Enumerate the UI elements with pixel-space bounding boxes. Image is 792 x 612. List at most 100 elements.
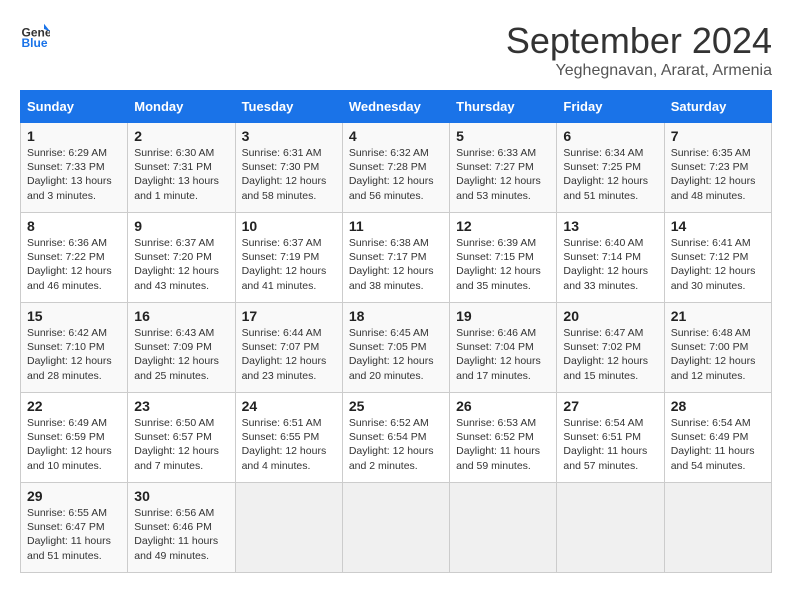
day-number: 20: [563, 308, 657, 324]
day-info: Sunrise: 6:53 AM Sunset: 6:52 PM Dayligh…: [456, 416, 550, 473]
day-number: 14: [671, 218, 765, 234]
calendar-cell-3-3: 17 Sunrise: 6:44 AM Sunset: 7:07 PM Dayl…: [235, 303, 342, 393]
day-number: 9: [134, 218, 228, 234]
day-info: Sunrise: 6:39 AM Sunset: 7:15 PM Dayligh…: [456, 236, 550, 293]
day-info: Sunrise: 6:50 AM Sunset: 6:57 PM Dayligh…: [134, 416, 228, 473]
day-info: Sunrise: 6:56 AM Sunset: 6:46 PM Dayligh…: [134, 506, 228, 563]
calendar-cell-2-4: 11 Sunrise: 6:38 AM Sunset: 7:17 PM Dayl…: [342, 213, 449, 303]
day-number: 5: [456, 128, 550, 144]
calendar-cell-4-2: 23 Sunrise: 6:50 AM Sunset: 6:57 PM Dayl…: [128, 393, 235, 483]
calendar-cell-3-5: 19 Sunrise: 6:46 AM Sunset: 7:04 PM Dayl…: [450, 303, 557, 393]
day-info: Sunrise: 6:40 AM Sunset: 7:14 PM Dayligh…: [563, 236, 657, 293]
calendar-cell-1-1: 1 Sunrise: 6:29 AM Sunset: 7:33 PM Dayli…: [21, 123, 128, 213]
day-info: Sunrise: 6:29 AM Sunset: 7:33 PM Dayligh…: [27, 146, 121, 203]
day-info: Sunrise: 6:55 AM Sunset: 6:47 PM Dayligh…: [27, 506, 121, 563]
calendar-cell-5-6: [557, 483, 664, 573]
day-info: Sunrise: 6:52 AM Sunset: 6:54 PM Dayligh…: [349, 416, 443, 473]
calendar-week-3: 15 Sunrise: 6:42 AM Sunset: 7:10 PM Dayl…: [21, 303, 772, 393]
calendar-cell-5-1: 29 Sunrise: 6:55 AM Sunset: 6:47 PM Dayl…: [21, 483, 128, 573]
day-info: Sunrise: 6:30 AM Sunset: 7:31 PM Dayligh…: [134, 146, 228, 203]
calendar-cell-2-5: 12 Sunrise: 6:39 AM Sunset: 7:15 PM Dayl…: [450, 213, 557, 303]
calendar-cell-2-2: 9 Sunrise: 6:37 AM Sunset: 7:20 PM Dayli…: [128, 213, 235, 303]
calendar-cell-3-1: 15 Sunrise: 6:42 AM Sunset: 7:10 PM Dayl…: [21, 303, 128, 393]
col-friday: Friday: [557, 91, 664, 123]
col-wednesday: Wednesday: [342, 91, 449, 123]
day-number: 6: [563, 128, 657, 144]
col-sunday: Sunday: [21, 91, 128, 123]
day-info: Sunrise: 6:38 AM Sunset: 7:17 PM Dayligh…: [349, 236, 443, 293]
day-number: 4: [349, 128, 443, 144]
col-thursday: Thursday: [450, 91, 557, 123]
col-tuesday: Tuesday: [235, 91, 342, 123]
day-info: Sunrise: 6:41 AM Sunset: 7:12 PM Dayligh…: [671, 236, 765, 293]
day-number: 10: [242, 218, 336, 234]
day-info: Sunrise: 6:35 AM Sunset: 7:23 PM Dayligh…: [671, 146, 765, 203]
calendar-week-5: 29 Sunrise: 6:55 AM Sunset: 6:47 PM Dayl…: [21, 483, 772, 573]
calendar-cell-4-4: 25 Sunrise: 6:52 AM Sunset: 6:54 PM Dayl…: [342, 393, 449, 483]
calendar-cell-3-7: 21 Sunrise: 6:48 AM Sunset: 7:00 PM Dayl…: [664, 303, 771, 393]
calendar-cell-2-6: 13 Sunrise: 6:40 AM Sunset: 7:14 PM Dayl…: [557, 213, 664, 303]
day-info: Sunrise: 6:47 AM Sunset: 7:02 PM Dayligh…: [563, 326, 657, 383]
day-info: Sunrise: 6:48 AM Sunset: 7:00 PM Dayligh…: [671, 326, 765, 383]
day-info: Sunrise: 6:37 AM Sunset: 7:20 PM Dayligh…: [134, 236, 228, 293]
calendar-cell-2-1: 8 Sunrise: 6:36 AM Sunset: 7:22 PM Dayli…: [21, 213, 128, 303]
day-number: 28: [671, 398, 765, 414]
calendar-cell-5-5: [450, 483, 557, 573]
calendar-cell-1-7: 7 Sunrise: 6:35 AM Sunset: 7:23 PM Dayli…: [664, 123, 771, 213]
day-number: 8: [27, 218, 121, 234]
day-info: Sunrise: 6:54 AM Sunset: 6:49 PM Dayligh…: [671, 416, 765, 473]
day-info: Sunrise: 6:31 AM Sunset: 7:30 PM Dayligh…: [242, 146, 336, 203]
day-number: 12: [456, 218, 550, 234]
calendar-cell-5-4: [342, 483, 449, 573]
calendar-cell-1-4: 4 Sunrise: 6:32 AM Sunset: 7:28 PM Dayli…: [342, 123, 449, 213]
calendar-cell-4-7: 28 Sunrise: 6:54 AM Sunset: 6:49 PM Dayl…: [664, 393, 771, 483]
location: Yeghegnavan, Ararat, Armenia: [506, 62, 772, 80]
day-number: 15: [27, 308, 121, 324]
day-info: Sunrise: 6:49 AM Sunset: 6:59 PM Dayligh…: [27, 416, 121, 473]
calendar-table: Sunday Monday Tuesday Wednesday Thursday…: [20, 90, 772, 573]
day-info: Sunrise: 6:44 AM Sunset: 7:07 PM Dayligh…: [242, 326, 336, 383]
page-header: General Blue September 2024 Yeghegnavan,…: [20, 20, 772, 80]
calendar-cell-5-2: 30 Sunrise: 6:56 AM Sunset: 6:46 PM Dayl…: [128, 483, 235, 573]
col-monday: Monday: [128, 91, 235, 123]
day-number: 17: [242, 308, 336, 324]
calendar-week-4: 22 Sunrise: 6:49 AM Sunset: 6:59 PM Dayl…: [21, 393, 772, 483]
calendar-cell-1-2: 2 Sunrise: 6:30 AM Sunset: 7:31 PM Dayli…: [128, 123, 235, 213]
day-number: 23: [134, 398, 228, 414]
day-number: 21: [671, 308, 765, 324]
col-saturday: Saturday: [664, 91, 771, 123]
logo-icon: General Blue: [20, 20, 50, 50]
calendar-cell-4-5: 26 Sunrise: 6:53 AM Sunset: 6:52 PM Dayl…: [450, 393, 557, 483]
day-info: Sunrise: 6:36 AM Sunset: 7:22 PM Dayligh…: [27, 236, 121, 293]
day-number: 26: [456, 398, 550, 414]
day-number: 29: [27, 488, 121, 504]
day-number: 16: [134, 308, 228, 324]
calendar-cell-3-6: 20 Sunrise: 6:47 AM Sunset: 7:02 PM Dayl…: [557, 303, 664, 393]
day-info: Sunrise: 6:37 AM Sunset: 7:19 PM Dayligh…: [242, 236, 336, 293]
day-number: 18: [349, 308, 443, 324]
month-title: September 2024: [506, 20, 772, 62]
day-number: 7: [671, 128, 765, 144]
day-number: 11: [349, 218, 443, 234]
day-number: 27: [563, 398, 657, 414]
calendar-cell-1-5: 5 Sunrise: 6:33 AM Sunset: 7:27 PM Dayli…: [450, 123, 557, 213]
calendar-cell-4-6: 27 Sunrise: 6:54 AM Sunset: 6:51 PM Dayl…: [557, 393, 664, 483]
logo: General Blue: [20, 20, 50, 50]
day-info: Sunrise: 6:45 AM Sunset: 7:05 PM Dayligh…: [349, 326, 443, 383]
calendar-cell-1-3: 3 Sunrise: 6:31 AM Sunset: 7:30 PM Dayli…: [235, 123, 342, 213]
day-number: 22: [27, 398, 121, 414]
day-number: 24: [242, 398, 336, 414]
calendar-cell-5-7: [664, 483, 771, 573]
day-info: Sunrise: 6:33 AM Sunset: 7:27 PM Dayligh…: [456, 146, 550, 203]
svg-text:Blue: Blue: [22, 36, 48, 50]
day-number: 3: [242, 128, 336, 144]
day-info: Sunrise: 6:32 AM Sunset: 7:28 PM Dayligh…: [349, 146, 443, 203]
calendar-week-2: 8 Sunrise: 6:36 AM Sunset: 7:22 PM Dayli…: [21, 213, 772, 303]
day-number: 2: [134, 128, 228, 144]
title-block: September 2024 Yeghegnavan, Ararat, Arme…: [506, 20, 772, 80]
calendar-cell-1-6: 6 Sunrise: 6:34 AM Sunset: 7:25 PM Dayli…: [557, 123, 664, 213]
day-number: 19: [456, 308, 550, 324]
day-info: Sunrise: 6:34 AM Sunset: 7:25 PM Dayligh…: [563, 146, 657, 203]
calendar-week-1: 1 Sunrise: 6:29 AM Sunset: 7:33 PM Dayli…: [21, 123, 772, 213]
day-number: 25: [349, 398, 443, 414]
